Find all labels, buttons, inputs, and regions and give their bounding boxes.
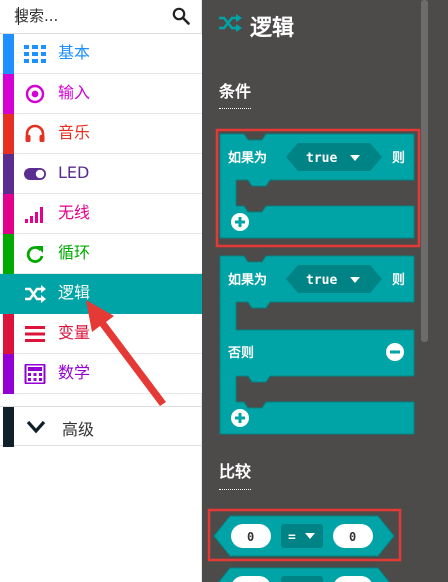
- category-radio[interactable]: 无线: [0, 194, 202, 234]
- operator-dropdown[interactable]: =: [281, 524, 323, 548]
- boolean-dropdown[interactable]: true: [286, 143, 382, 171]
- toggle-icon: [24, 168, 46, 180]
- add-branch-button[interactable]: [231, 409, 249, 427]
- category-basic[interactable]: 基本: [0, 34, 202, 74]
- list-lines-icon: [25, 326, 45, 342]
- category-color-stripe: [3, 114, 14, 154]
- category-color-stripe: [3, 234, 14, 274]
- if-label: 如果为: [228, 150, 267, 166]
- category-led[interactable]: LED: [0, 154, 202, 194]
- category-label: 音乐: [58, 123, 91, 142]
- category-label: 数学: [58, 363, 91, 382]
- right-operand: 0: [349, 530, 356, 544]
- signal-bars-icon: [25, 207, 43, 223]
- then-label: 则: [392, 272, 405, 288]
- category-color-stripe: [3, 74, 14, 114]
- category-label: 基本: [58, 43, 91, 62]
- shuffle-icon: [25, 285, 46, 303]
- search-input[interactable]: [14, 5, 164, 27]
- category-music[interactable]: 音乐: [0, 114, 202, 154]
- category-label: 变量: [58, 323, 91, 342]
- boolean-value: true: [306, 273, 337, 288]
- logic-flyout: 逻辑 条件 比较 如果为 true 则 如果为 true 则 否则 0 = 0: [202, 0, 448, 582]
- category-color-stripe: [3, 314, 14, 354]
- headphones-icon: [25, 124, 45, 142]
- boolean-dropdown[interactable]: true: [286, 265, 382, 293]
- grid-icon: [24, 45, 46, 63]
- category-color-stripe: [3, 407, 14, 447]
- calculator-icon: [24, 364, 46, 384]
- text-cursor: [18, 7, 19, 25]
- category-label: 逻辑: [58, 283, 91, 302]
- operator-value: =: [288, 530, 296, 545]
- category-advanced[interactable]: 高级: [0, 406, 202, 447]
- category-color-stripe: [3, 194, 14, 234]
- category-label: 输入: [58, 83, 91, 102]
- add-branch-button[interactable]: [231, 213, 249, 231]
- boolean-value: true: [306, 151, 337, 166]
- category-input[interactable]: 输入: [0, 74, 202, 114]
- minus-icon: [390, 350, 400, 354]
- toolbox: 基本 输入 音乐 LED: [0, 0, 202, 582]
- compare-block[interactable]: 0 < 0: [214, 567, 394, 582]
- category-logic[interactable]: 逻辑: [0, 274, 202, 314]
- then-label: 则: [392, 150, 405, 166]
- compare-block[interactable]: 0 = 0: [213, 515, 395, 557]
- category-label: 高级: [62, 420, 95, 439]
- else-label: 否则: [227, 345, 254, 361]
- category-label: LED: [58, 163, 90, 182]
- radio-target-icon: [25, 84, 45, 104]
- category-label: 循环: [58, 243, 91, 262]
- category-math[interactable]: 数学: [0, 354, 202, 394]
- blocks-canvas: 如果为 true 则 如果为 true 则 否则 0 = 0: [207, 128, 421, 582]
- remove-branch-button[interactable]: [386, 343, 404, 361]
- category-color-stripe: [3, 154, 14, 194]
- if-then-else-block[interactable]: 如果为 true 则 否则: [219, 255, 415, 435]
- refresh-icon: [26, 246, 44, 263]
- if-label: 如果为: [228, 272, 267, 288]
- category-color-stripe: [3, 34, 14, 74]
- search-icon[interactable]: [172, 7, 190, 25]
- left-operand: 0: [247, 530, 254, 544]
- search-bar: [0, 0, 202, 34]
- category-label: 无线: [58, 203, 91, 222]
- category-loops[interactable]: 循环: [0, 234, 202, 274]
- category-color-stripe: [3, 354, 14, 394]
- chevron-down-icon: [26, 420, 46, 434]
- if-then-block[interactable]: 如果为 true 则: [219, 133, 415, 239]
- category-variables[interactable]: 变量: [0, 314, 202, 354]
